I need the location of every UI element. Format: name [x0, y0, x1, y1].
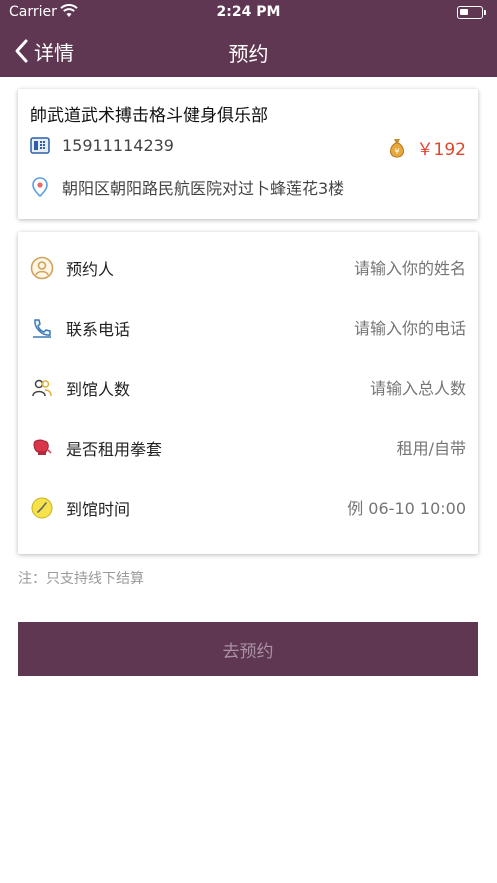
club-address-row[interactable]: 朝阳区朝阳路民航医院对过卜蜂莲花3楼	[30, 175, 344, 199]
status-bar: Carrier 2:24 PM	[0, 0, 497, 26]
price-group: ¥ ￥192	[387, 135, 466, 160]
club-info-card: 帥武道武术搏击格斗健身俱乐部 15911114239 ¥ ￥192 朝阳区朝阳路…	[18, 89, 478, 219]
form-label-count: 到馆人数	[66, 380, 131, 399]
form-row-gloves[interactable]: 是否租用拳套	[18, 418, 478, 478]
club-price: ￥192	[416, 140, 466, 160]
people-icon	[32, 379, 52, 397]
submit-button[interactable]: 去预约	[18, 622, 478, 676]
club-name: 帥武道武术搏击格斗健身俱乐部	[30, 106, 268, 126]
form-label-time: 到馆时间	[66, 500, 131, 519]
status-time: 2:24 PM	[216, 4, 281, 20]
form-row-name[interactable]: 预约人	[18, 238, 478, 298]
nav-bar: 详情 预约	[0, 26, 497, 77]
form-label-name: 预约人	[66, 260, 115, 279]
money-bag-icon: ¥	[389, 138, 404, 158]
form-label-phone: 联系电话	[66, 320, 131, 339]
battery-icon	[457, 6, 486, 19]
phone-input[interactable]	[246, 318, 466, 338]
payment-note: 注：只支持线下结算	[18, 571, 144, 587]
club-phone: 15911114239	[62, 135, 174, 155]
club-address: 朝阳区朝阳路民航医院对过卜蜂莲花3楼	[62, 179, 345, 198]
svg-text:¥: ¥	[394, 147, 399, 156]
name-input[interactable]	[246, 258, 466, 278]
phone-icon	[33, 319, 51, 338]
form-label-gloves: 是否租用拳套	[66, 440, 163, 459]
people-count-input[interactable]	[246, 378, 466, 398]
form-row-count[interactable]: 到馆人数	[18, 358, 478, 418]
arrival-time-input[interactable]	[246, 498, 466, 518]
clock-icon	[31, 497, 53, 519]
telephone-icon	[30, 137, 50, 154]
page-title: 预约	[228, 42, 269, 66]
location-pin-icon	[32, 177, 48, 198]
boxing-glove-icon	[33, 439, 52, 455]
form-row-time[interactable]: 到馆时间	[18, 478, 478, 538]
form-row-phone[interactable]: 联系电话	[18, 298, 478, 358]
person-icon	[30, 256, 54, 280]
gloves-input[interactable]	[246, 438, 466, 458]
top-bar: Carrier 2:24 PM 详情 预约	[0, 0, 497, 77]
club-phone-row[interactable]: 15911114239	[30, 135, 174, 155]
booking-form: 预约人 联系电话 到馆人数 是否租用拳套	[18, 232, 478, 554]
